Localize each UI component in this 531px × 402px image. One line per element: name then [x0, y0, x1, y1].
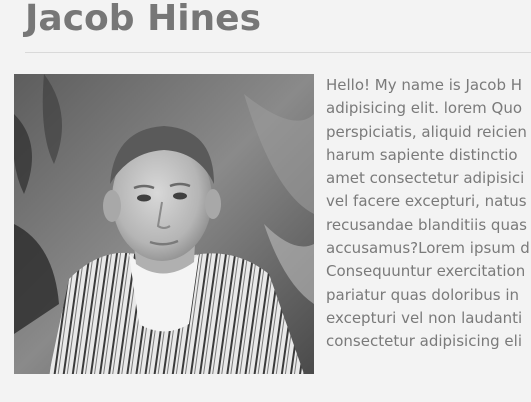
profile-page: Jacob Hines Hello! My name is Jacob H ad…: [0, 0, 531, 402]
page-title: Jacob Hines: [25, 0, 262, 39]
bio-line: accusamus?Lorem ipsum d: [326, 239, 530, 258]
bio-line: vel facere excepturi, natus: [326, 192, 527, 211]
title-divider: [25, 52, 531, 53]
bio-line: Hello! My name is Jacob H: [326, 76, 523, 94]
bio-line: pariatur quas doloribus in: [326, 285, 520, 304]
portrait-photo-icon: [14, 74, 314, 374]
bio-line: adipisicing elit. lorem Quo: [326, 99, 523, 118]
bio-line: Consequuntur exercitation: [326, 262, 526, 281]
bio-line: amet consectetur adipisici: [326, 169, 525, 188]
bio-line: excepturi vel non laudanti: [326, 308, 523, 327]
bio-line: perspiciatis, aliquid reicien: [326, 122, 527, 141]
bio-line: consectetur adipisicing eli: [326, 332, 522, 351]
bio-line: recusandae blanditiis quas: [326, 215, 527, 234]
bio-text: Hello! My name is Jacob H adipisicing el…: [326, 74, 531, 402]
bio-line: harum sapiente distinctio: [326, 145, 518, 164]
profile-photo: [14, 74, 314, 374]
